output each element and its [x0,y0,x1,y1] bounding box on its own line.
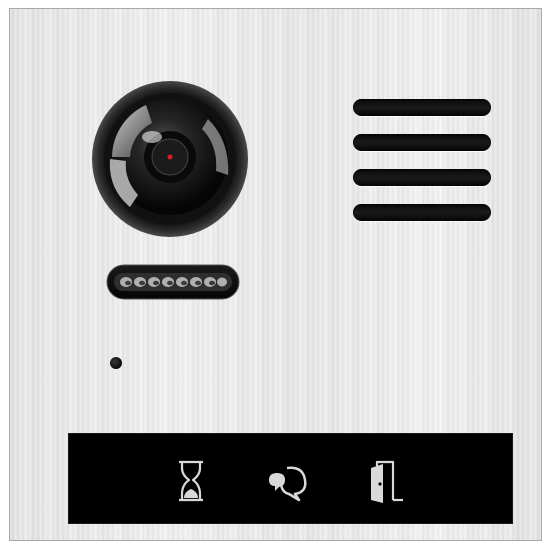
speaker-slot [353,99,491,116]
speaker-grille [353,99,493,221]
camera-lens-icon [90,79,250,239]
door-icon [363,456,411,506]
status-indicator-bar [68,433,513,524]
intercom-door-station-panel [9,8,542,541]
speaker-slot [353,204,491,221]
ir-led-strip [106,264,240,300]
speaker-slot [353,169,491,186]
speaker-slot [353,134,491,151]
page [0,0,551,550]
hourglass-icon [167,456,215,506]
microphone-hole [110,357,122,369]
speech-bubbles-icon [265,456,313,506]
